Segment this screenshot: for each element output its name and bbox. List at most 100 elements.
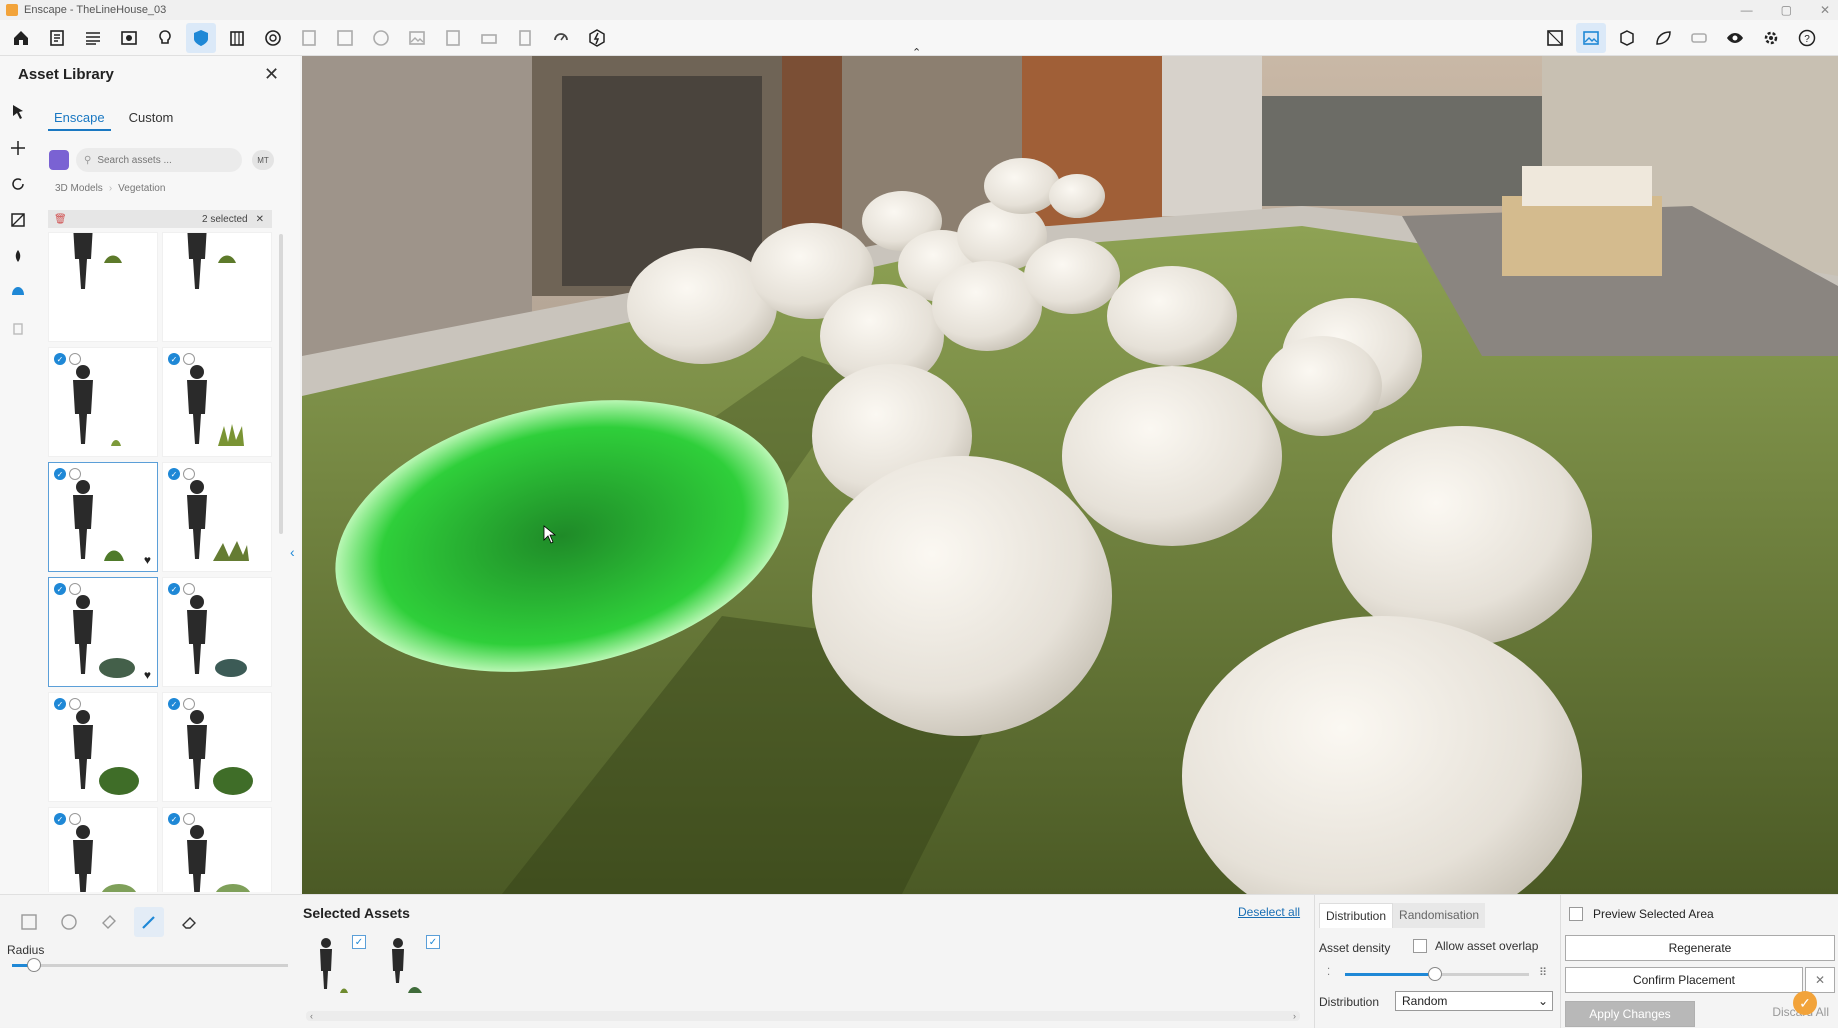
view-icon[interactable] [114,23,144,53]
settings-icon[interactable] [1756,23,1786,53]
info-ring-icon[interactable] [183,698,195,710]
rectangle-tool-icon[interactable] [14,907,44,937]
selected-asset-1[interactable]: ✓ [314,935,370,995]
building-icon[interactable] [222,23,252,53]
deselect-all-link[interactable]: Deselect all [1238,905,1300,919]
collapse-panel-icon[interactable]: ‹ [290,544,295,560]
brush-tool-icon[interactable] [134,907,164,937]
selected-check-icon[interactable]: ✓ [168,583,180,595]
info-ring-icon[interactable] [69,353,81,365]
apply-changes-button[interactable]: Apply Changes [1565,1001,1695,1027]
trash-icon[interactable]: 🗑 [54,214,67,225]
asset-library-icon[interactable] [186,22,216,53]
asset-thumbnail[interactable]: ✓ [48,807,158,892]
search-field[interactable]: ⚲ [76,148,242,172]
live-update-icon[interactable] [582,23,612,53]
rotate-icon[interactable] [0,166,36,202]
polygon-tool-icon[interactable] [94,907,124,937]
gallery-icon[interactable] [1576,23,1606,53]
minimize-icon[interactable]: — [1741,3,1753,17]
asset-thumbnail[interactable]: ✓ [48,692,158,802]
selected-check-icon[interactable]: ✓ [54,698,66,710]
delete-icon[interactable] [0,310,36,346]
notification-badge-icon[interactable]: ✓ [1793,991,1817,1015]
selected-check-icon[interactable]: ✓ [168,353,180,365]
info-ring-icon[interactable] [69,813,81,825]
selected-asset-2[interactable]: ✓ [388,935,444,995]
asset-thumbnail[interactable]: ✓ [162,462,272,572]
asset-thumbnail[interactable]: ✓ ♥ [48,577,158,687]
allow-overlap-checkbox[interactable] [1413,939,1427,953]
density-slider-knob[interactable] [1428,967,1443,981]
tab-distribution[interactable]: Distribution [1319,903,1394,928]
clear-selection-icon[interactable]: ✕ [256,214,264,225]
info-ring-icon[interactable] [183,583,195,595]
selected-check-icon[interactable]: ✓ [54,813,66,825]
file-icon[interactable] [510,23,540,53]
render-viewport[interactable] [302,56,1838,894]
asset-thumbnail[interactable]: ✓ [162,692,272,802]
info-ring-icon[interactable] [183,468,195,480]
selected-check-icon[interactable]: ✓ [168,698,180,710]
asset-thumbnail[interactable]: ✓ [48,347,158,457]
asset-thumbnail[interactable]: ✓ [162,807,272,892]
selected-check-icon[interactable]: ✓ [54,468,66,480]
info-ring-icon[interactable] [183,353,195,365]
leaf-icon[interactable] [1648,23,1678,53]
grid-scrollbar[interactable] [279,234,283,534]
selected-assets-scrollbar[interactable]: ‹ › [306,1011,1300,1021]
place-icon[interactable] [0,238,36,274]
selected-check-icon[interactable]: ✓ [168,813,180,825]
scroll-right-icon[interactable]: › [1293,1011,1296,1021]
info-ring-icon[interactable] [183,813,195,825]
light-bulb-icon[interactable] [150,23,180,53]
close-window-icon[interactable]: ✕ [1820,3,1830,17]
favorite-heart-icon[interactable]: ♥ [144,668,151,682]
breadcrumb-vegetation[interactable]: Vegetation [118,183,165,194]
image-icon[interactable] [402,23,432,53]
document-icon[interactable] [42,23,72,53]
radius-slider-track[interactable] [12,964,288,967]
eye-icon[interactable] [1720,23,1750,53]
tab-randomisation[interactable]: Randomisation [1393,903,1486,928]
selected-check-icon[interactable]: ✓ [54,353,66,365]
select-arrow-icon[interactable] [0,94,36,130]
preview-area-checkbox[interactable] [1569,907,1583,921]
maximize-icon[interactable]: ▢ [1781,3,1792,17]
sync-icon[interactable] [546,23,576,53]
library-logo-icon[interactable] [49,150,69,170]
materials-icon[interactable] [258,23,288,53]
asset-thumbnail[interactable] [48,232,158,342]
scale-icon[interactable] [0,202,36,238]
mt-button[interactable]: MT [252,150,274,170]
asset-thumbnail[interactable]: ✓ [162,347,272,457]
regenerate-button[interactable]: Regenerate [1565,935,1835,961]
radius-slider-knob[interactable] [27,958,42,972]
breadcrumb-3d-models[interactable]: 3D Models [55,183,103,194]
map-icon[interactable] [1540,23,1570,53]
help-icon[interactable]: ? [1792,23,1822,53]
selected-check-icon[interactable]: ✓ [168,468,180,480]
search-input[interactable] [97,154,228,166]
panorama-icon[interactable] [366,23,396,53]
scatter-icon[interactable] [0,274,36,310]
cube-icon[interactable] [1612,23,1642,53]
selected-asset-1-checkbox[interactable]: ✓ [352,935,366,949]
asset-thumbnail[interactable] [162,232,272,342]
move-icon[interactable] [0,130,36,166]
close-icon[interactable]: ✕ [264,64,279,85]
print-icon[interactable] [474,23,504,53]
confirm-placement-button[interactable]: Confirm Placement [1565,967,1803,993]
favorite-heart-icon[interactable]: ♥ [144,553,151,567]
circle-tool-icon[interactable] [54,907,84,937]
scroll-left-icon[interactable]: ‹ [310,1011,313,1021]
info-ring-icon[interactable] [69,698,81,710]
selected-asset-2-checkbox[interactable]: ✓ [426,935,440,949]
distribution-select[interactable]: Random ⌄ [1395,991,1553,1011]
settings-list-icon[interactable] [78,23,108,53]
video-icon[interactable] [438,23,468,53]
tab-enscape[interactable]: Enscape [48,106,111,131]
info-ring-icon[interactable] [69,583,81,595]
vr-icon[interactable] [1684,23,1714,53]
cancel-placement-icon[interactable]: ✕ [1805,967,1835,993]
